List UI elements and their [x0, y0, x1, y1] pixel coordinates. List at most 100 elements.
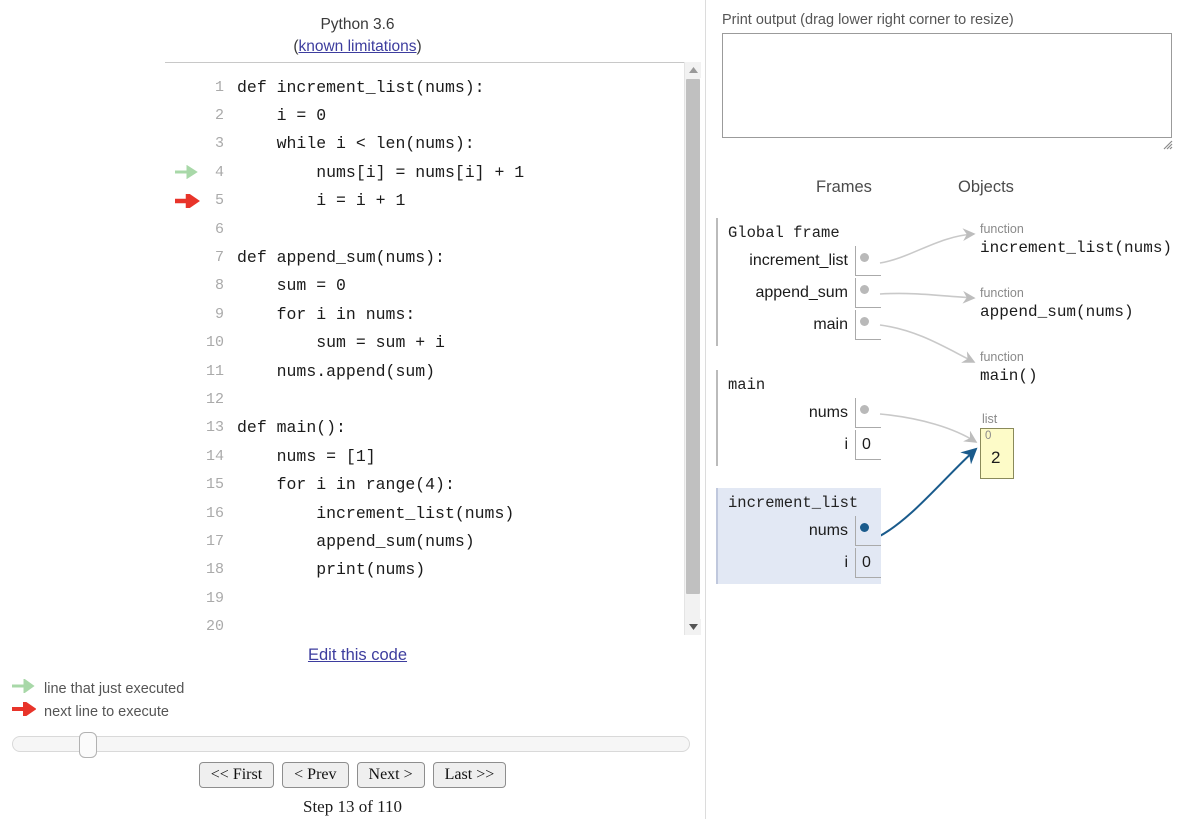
line-number: 2: [215, 107, 225, 125]
line-number: 8: [215, 277, 225, 295]
code-scrollbar-thumb[interactable]: [686, 79, 700, 594]
frame-title: main: [728, 376, 766, 394]
code-line-text: increment_list(nums): [237, 503, 515, 523]
line-number: 6: [215, 220, 225, 238]
code-line-row: 4 nums[i] = nums[i] + 1: [165, 158, 695, 186]
object-type-label: function: [980, 286, 1024, 300]
line-number: 14: [206, 447, 225, 465]
code-line-row: 14 nums = [1]: [165, 442, 695, 470]
code-line-text: nums.append(sum): [237, 361, 436, 381]
code-line-text: nums[i] = nums[i] + 1: [237, 162, 525, 182]
stack-frame: increment_list nums i 0: [716, 488, 881, 584]
code-pane: Python 3.6 (known limitations) 1 def incr…: [0, 0, 705, 819]
code-line-row: 13 def main():: [165, 414, 695, 442]
variable-value-cell: 0: [855, 548, 881, 578]
resize-grip-icon[interactable]: [1161, 137, 1173, 150]
variable-pointer-cell: [855, 398, 881, 428]
legend-row-next-line: next line to execute: [12, 699, 184, 723]
limitations-close-paren: ): [416, 38, 422, 55]
list-element-cell: 02: [980, 428, 1014, 479]
code-gutter-blank: [165, 243, 205, 271]
code-line-text: sum = sum + i: [237, 333, 445, 353]
code-line-row: 3 while i < len(nums):: [165, 130, 695, 158]
frame-variable-row: append_sum: [718, 278, 881, 308]
frames-column-header: Frames: [816, 178, 872, 196]
code-line-row: 17 append_sum(nums): [165, 527, 695, 555]
legend-row-just-executed: line that just executed: [12, 677, 184, 700]
line-number: 1: [215, 78, 225, 96]
variable-name: i: [844, 554, 848, 571]
code-gutter-blank: [165, 612, 205, 635]
line-number: 17: [206, 532, 225, 550]
code-line-text: [236, 612, 695, 635]
list-element-index: 0: [985, 430, 992, 442]
code-line-row: 10 sum = sum + i: [165, 329, 695, 357]
code-gutter-blank: [165, 385, 205, 413]
code-line-text: for i in range(4):: [237, 475, 455, 495]
code-scrollbar[interactable]: [684, 62, 701, 635]
code-gutter-blank: [165, 470, 205, 498]
code-gutter-blank: [165, 130, 205, 158]
green-arrow-icon: [165, 158, 205, 186]
step-slider-thumb[interactable]: [79, 732, 97, 758]
code-line-text: def increment_list(nums):: [237, 77, 485, 97]
line-number: 12: [206, 390, 225, 408]
scroll-down-arrow-icon[interactable]: [685, 619, 701, 635]
line-number: 7: [215, 249, 225, 267]
list-object: list 02: [980, 412, 1014, 479]
code-display: 1 def increment_list(nums): 2 i = 03 while…: [165, 62, 695, 635]
object-type-label: function: [980, 350, 1024, 364]
line-number: 5: [215, 192, 225, 210]
variable-name: append_sum: [755, 284, 848, 301]
code-line-text: i = i + 1: [237, 191, 406, 211]
code-line-row: 9 for i in nums:: [165, 300, 695, 328]
code-line-row: 8 sum = 0: [165, 272, 695, 300]
line-number: 4: [215, 163, 225, 181]
step-counter-label: Step 13 of 110: [302, 797, 402, 816]
code-line-row: 6: [165, 215, 695, 243]
last-button[interactable]: Last >>: [432, 762, 507, 788]
python-version-label: Python 3.6: [320, 16, 395, 33]
pointer-dot: [860, 523, 869, 532]
list-element-value: 2: [991, 448, 1001, 467]
code-line-text: [236, 584, 695, 612]
code-line-text: while i < len(nums):: [237, 134, 475, 154]
code-line-row: 5 i = i + 1: [165, 187, 695, 215]
code-line-row: 12: [165, 385, 695, 413]
code-gutter-blank: [165, 499, 205, 527]
variable-value-cell: 0: [855, 430, 881, 460]
stack-frame: main nums i 0: [716, 370, 881, 466]
code-line-row: 20: [165, 612, 695, 635]
frame-variable-row: increment_list: [718, 246, 881, 276]
variable-pointer-cell: [855, 246, 881, 276]
prev-button[interactable]: < Prev: [282, 762, 349, 788]
known-limitations-link[interactable]: known limitations: [298, 38, 416, 55]
code-line-text: sum = 0: [237, 276, 346, 296]
line-number: 20: [206, 618, 225, 635]
edit-this-code-link[interactable]: Edit this code: [308, 646, 407, 664]
code-gutter-blank: [165, 101, 205, 129]
line-number: 19: [206, 589, 225, 607]
pointer-dot: [860, 253, 869, 262]
visualization-pane: Print output (drag lower right corner to…: [706, 0, 1191, 819]
print-output-label: Print output (drag lower right corner to…: [722, 12, 1014, 28]
step-slider-track[interactable]: [12, 732, 690, 758]
code-line-text: [236, 215, 695, 243]
code-gutter-blank: [165, 329, 205, 357]
next-button[interactable]: Next >: [356, 762, 425, 788]
code-gutter-blank: [165, 442, 205, 470]
scroll-up-arrow-icon[interactable]: [685, 62, 701, 78]
function-object: function main(): [980, 350, 1038, 387]
objects-column-header: Objects: [958, 178, 1014, 196]
code-gutter-blank: [165, 215, 205, 243]
print-output-textarea[interactable]: [722, 33, 1172, 138]
frame-title: Global frame: [728, 224, 840, 242]
code-line-text: for i in nums:: [237, 304, 416, 324]
frame-variable-row: main: [718, 310, 881, 340]
red-arrow-icon: [165, 187, 205, 215]
object-value-label: main(): [980, 367, 1038, 385]
code-line-row: 2 i = 0: [165, 101, 695, 129]
edit-code-container: Edit this code: [165, 646, 550, 665]
first-button[interactable]: << First: [198, 762, 275, 788]
line-number: 11: [206, 362, 225, 380]
